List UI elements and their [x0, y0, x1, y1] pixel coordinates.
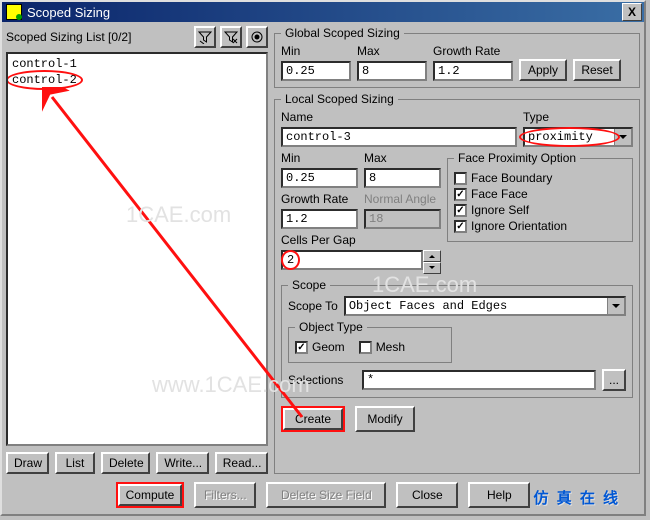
local-type-label: Type: [523, 110, 633, 124]
local-growth-label: Growth Rate: [281, 192, 358, 206]
face-boundary-label: Face Boundary: [471, 171, 552, 185]
read-button[interactable]: Read...: [215, 452, 268, 474]
local-name-input[interactable]: [281, 127, 517, 147]
create-highlight: Create: [281, 406, 345, 432]
sizing-list[interactable]: control-1 control-2: [6, 52, 268, 446]
caption: 仿 真 在 线: [533, 487, 620, 508]
ignore-self-checkbox[interactable]: [454, 204, 467, 217]
record-icon[interactable]: [246, 26, 268, 48]
list-item[interactable]: control-1: [10, 56, 264, 72]
local-cells-label: Cells Per Gap: [281, 233, 441, 247]
local-sizing-group: Local Scoped Sizing Name Type proximity: [274, 92, 640, 474]
filter-enabled-icon[interactable]: [194, 26, 216, 48]
filters-button: Filters...: [194, 482, 256, 508]
local-max-input[interactable]: [364, 168, 441, 188]
face-face-label: Face Face: [471, 187, 528, 201]
ignore-orientation-label: Ignore Orientation: [471, 219, 567, 233]
global-row: Min Max Growth Rate Apply Reset: [281, 44, 633, 81]
geom-checkbox[interactable]: [295, 341, 308, 354]
window-body: Scoped Sizing List [0/2] control-1 contr…: [2, 22, 644, 514]
list-label: Scoped Sizing List [0/2]: [6, 30, 190, 44]
ignore-orientation-checkbox[interactable]: [454, 220, 467, 233]
face-proximity-legend: Face Proximity Option: [454, 151, 580, 165]
object-type-legend: Object Type: [295, 320, 367, 334]
close-button[interactable]: X: [622, 3, 642, 21]
scope-group: Scope Scope To Object Faces and Edges Ob…: [281, 278, 633, 398]
help-button[interactable]: Help: [468, 482, 530, 508]
spin-down-icon[interactable]: [423, 262, 441, 274]
filter-clear-icon[interactable]: [220, 26, 242, 48]
local-min-label: Min: [281, 151, 358, 165]
local-type-select[interactable]: proximity: [523, 127, 633, 147]
local-normal-input: [364, 209, 441, 229]
window-title: Scoped Sizing: [27, 5, 622, 20]
compute-button[interactable]: Compute: [118, 484, 183, 506]
app-icon: [6, 4, 22, 20]
chevron-down-icon: [614, 129, 631, 145]
main-area: Scoped Sizing List [0/2] control-1 contr…: [6, 26, 640, 474]
ignore-self-label: Ignore Self: [471, 203, 529, 217]
global-sizing-group: Global Scoped Sizing Min Max Growth Rate: [274, 26, 640, 88]
spin-up-icon[interactable]: [423, 250, 441, 262]
ignore-orientation-row[interactable]: Ignore Orientation: [454, 219, 626, 233]
geom-row[interactable]: Geom: [295, 340, 345, 354]
delete-size-field-button: Delete Size Field: [266, 482, 386, 508]
face-boundary-row[interactable]: Face Boundary: [454, 171, 626, 185]
global-max-input[interactable]: [357, 61, 427, 81]
titlebar: Scoped Sizing X: [2, 2, 644, 22]
left-buttons: Draw List Delete Write... Read...: [6, 452, 268, 474]
local-mid-row: Min Max Growth Rate: [281, 151, 633, 274]
object-type-group: Object Type Geom Mesh: [288, 320, 452, 363]
global-growth-label: Growth Rate: [433, 44, 513, 58]
global-min-input[interactable]: [281, 61, 351, 81]
local-name-row: Name Type proximity: [281, 110, 633, 147]
selections-label: Selections: [288, 373, 356, 387]
ignore-self-row[interactable]: Ignore Self: [454, 203, 626, 217]
list-item[interactable]: control-2: [10, 72, 264, 88]
write-button[interactable]: Write...: [156, 452, 208, 474]
local-cells-input[interactable]: 2: [287, 253, 294, 267]
cells-spinner[interactable]: [423, 250, 441, 274]
modify-button[interactable]: Modify: [355, 406, 415, 432]
right-column: Global Scoped Sizing Min Max Growth Rate: [274, 26, 640, 474]
scope-to-label: Scope To: [288, 299, 338, 313]
global-apply-button[interactable]: Apply: [519, 59, 567, 81]
list-header: Scoped Sizing List [0/2]: [6, 26, 268, 52]
global-max-label: Max: [357, 44, 427, 58]
local-normal-label: Normal Angle: [364, 192, 441, 206]
face-proximity-group: Face Proximity Option Face Boundary Face…: [447, 151, 633, 242]
chevron-down-icon: [607, 298, 624, 314]
selections-browse-button[interactable]: ...: [602, 369, 626, 391]
face-face-checkbox[interactable]: [454, 188, 467, 201]
global-min-label: Min: [281, 44, 351, 58]
face-face-row[interactable]: Face Face: [454, 187, 626, 201]
local-action-row: Create Modify: [281, 406, 633, 432]
global-growth-input[interactable]: [433, 61, 513, 81]
draw-button[interactable]: Draw: [6, 452, 49, 474]
mesh-checkbox[interactable]: [359, 341, 372, 354]
left-column: Scoped Sizing List [0/2] control-1 contr…: [6, 26, 268, 474]
local-name-label: Name: [281, 110, 517, 124]
geom-label: Geom: [312, 340, 345, 354]
mesh-row[interactable]: Mesh: [359, 340, 405, 354]
selections-input[interactable]: [362, 370, 596, 390]
local-legend: Local Scoped Sizing: [281, 92, 398, 106]
face-boundary-checkbox[interactable]: [454, 172, 467, 185]
scope-to-select[interactable]: Object Faces and Edges: [344, 296, 626, 316]
close-footer-button[interactable]: Close: [396, 482, 458, 508]
list-button[interactable]: List: [55, 452, 95, 474]
global-legend: Global Scoped Sizing: [281, 26, 404, 40]
local-max-label: Max: [364, 151, 441, 165]
scoped-sizing-window: Scoped Sizing X Scoped Sizing List [0/2]: [0, 0, 646, 516]
local-growth-input[interactable]: [281, 209, 358, 229]
global-reset-button[interactable]: Reset: [573, 59, 621, 81]
create-button[interactable]: Create: [283, 408, 343, 430]
scope-legend: Scope: [288, 278, 330, 292]
delete-button[interactable]: Delete: [101, 452, 150, 474]
local-min-input[interactable]: [281, 168, 358, 188]
compute-highlight: Compute: [116, 482, 185, 508]
mesh-label: Mesh: [376, 340, 405, 354]
